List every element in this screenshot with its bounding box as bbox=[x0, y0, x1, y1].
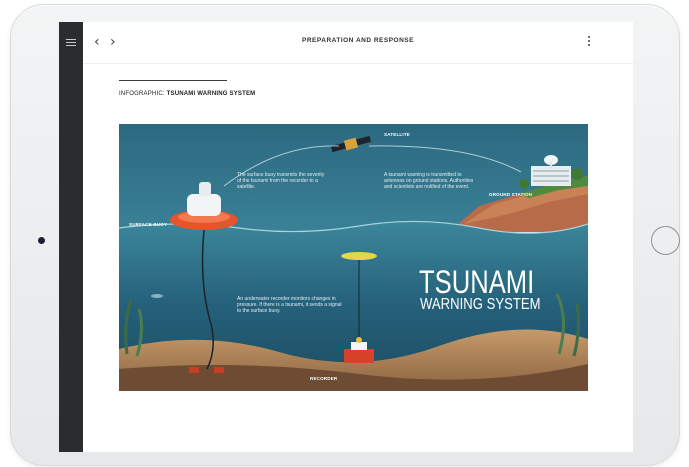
heading-title: TSUNAMI WARNING SYSTEM bbox=[166, 91, 256, 97]
page-title: PREPARATION AND RESPONSE bbox=[302, 37, 414, 44]
heading-prefix: INFOGRAPHIC: bbox=[119, 91, 165, 97]
article-heading: INFOGRAPHIC: TSUNAMI WARNING SYSTEM bbox=[119, 91, 255, 97]
label-recorder: RECORDER bbox=[310, 376, 338, 381]
heading-divider bbox=[119, 80, 227, 81]
infographic-artwork bbox=[119, 124, 588, 391]
infographic-subtitle: WARNING SYSTEM bbox=[420, 296, 541, 313]
caption-satellite-to-ground: A tsunami warning is transmitted to ante… bbox=[384, 172, 474, 190]
top-bar: ‹ › PREPARATION AND RESPONSE bbox=[83, 22, 633, 64]
home-button[interactable] bbox=[651, 226, 680, 255]
vertical-ellipsis-icon[interactable] bbox=[588, 36, 591, 47]
label-ground-station: GROUND STATION bbox=[489, 192, 533, 197]
caption-buoy-to-satellite: The surface buoy transmits the severity … bbox=[237, 172, 325, 190]
label-satellite: SATELLITE bbox=[384, 132, 410, 137]
caption-recorder-to-buoy: An underwater recorder monitors changes … bbox=[237, 296, 342, 314]
tsunami-infographic: The surface buoy transmits the severity … bbox=[119, 124, 588, 391]
hamburger-menu-icon[interactable] bbox=[66, 39, 76, 47]
camera-icon bbox=[38, 237, 45, 244]
side-rail bbox=[59, 22, 83, 452]
label-surface-buoy: SURFACE BUOY bbox=[129, 222, 168, 227]
app-screen: ‹ › PREPARATION AND RESPONSE INFOGRAPHIC… bbox=[59, 22, 633, 452]
